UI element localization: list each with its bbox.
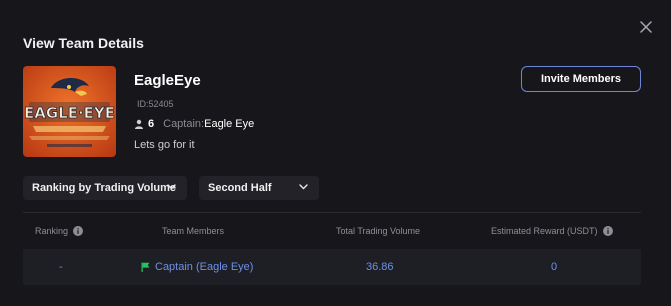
user-icon xyxy=(135,119,143,129)
chevron-down-icon xyxy=(299,184,308,190)
ranking-select-value: Ranking by Trading Volume xyxy=(32,182,177,194)
team-name: EagleEye xyxy=(134,72,201,89)
member-count: 6 xyxy=(148,118,155,130)
header-reward: Estimated Reward (USDT) xyxy=(491,226,613,236)
info-icon[interactable] xyxy=(602,226,613,236)
chevron-down-icon xyxy=(167,184,176,190)
cell-members-label: Captain (Eagle Eye) xyxy=(155,261,254,273)
divider xyxy=(23,212,641,213)
info-icon[interactable] xyxy=(73,226,84,236)
period-select[interactable]: Second Half xyxy=(199,176,319,200)
captain-name: Eagle Eye xyxy=(204,118,255,130)
header-reward-label: Estimated Reward (USDT) xyxy=(491,226,598,236)
cell-ranking: - xyxy=(59,261,63,273)
period-select-value: Second Half xyxy=(208,182,272,194)
captain-flag-icon xyxy=(141,262,150,272)
team-slogan: Lets go for it xyxy=(134,139,195,151)
team-logo: EAGLE·EYE xyxy=(23,66,116,157)
captain-label: Captain: xyxy=(163,118,205,130)
team-meta: 6 Captain: Eagle Eye xyxy=(134,118,254,130)
cell-members: Captain (Eagle Eye) xyxy=(141,261,253,273)
table-row xyxy=(23,249,641,285)
logo-text: EAGLE·EYE xyxy=(24,104,115,122)
ranking-select[interactable]: Ranking by Trading Volume xyxy=(23,176,187,200)
invite-members-button[interactable]: Invite Members xyxy=(521,66,641,92)
cell-reward: 0 xyxy=(551,261,558,273)
header-volume: Total Trading Volume xyxy=(336,226,421,236)
view-team-details-modal: View Team Details EAGLE·EYE EagleEye ID:… xyxy=(0,0,671,306)
header-ranking-label: Ranking xyxy=(35,226,69,236)
close-icon[interactable] xyxy=(638,19,654,35)
modal-title: View Team Details xyxy=(23,35,144,51)
team-id: ID:52405 xyxy=(137,99,174,109)
header-ranking: Ranking xyxy=(35,226,84,236)
eagle-logo-icon: EAGLE·EYE xyxy=(23,66,116,157)
cell-volume: 36.86 xyxy=(366,261,394,273)
header-members: Team Members xyxy=(162,226,225,236)
